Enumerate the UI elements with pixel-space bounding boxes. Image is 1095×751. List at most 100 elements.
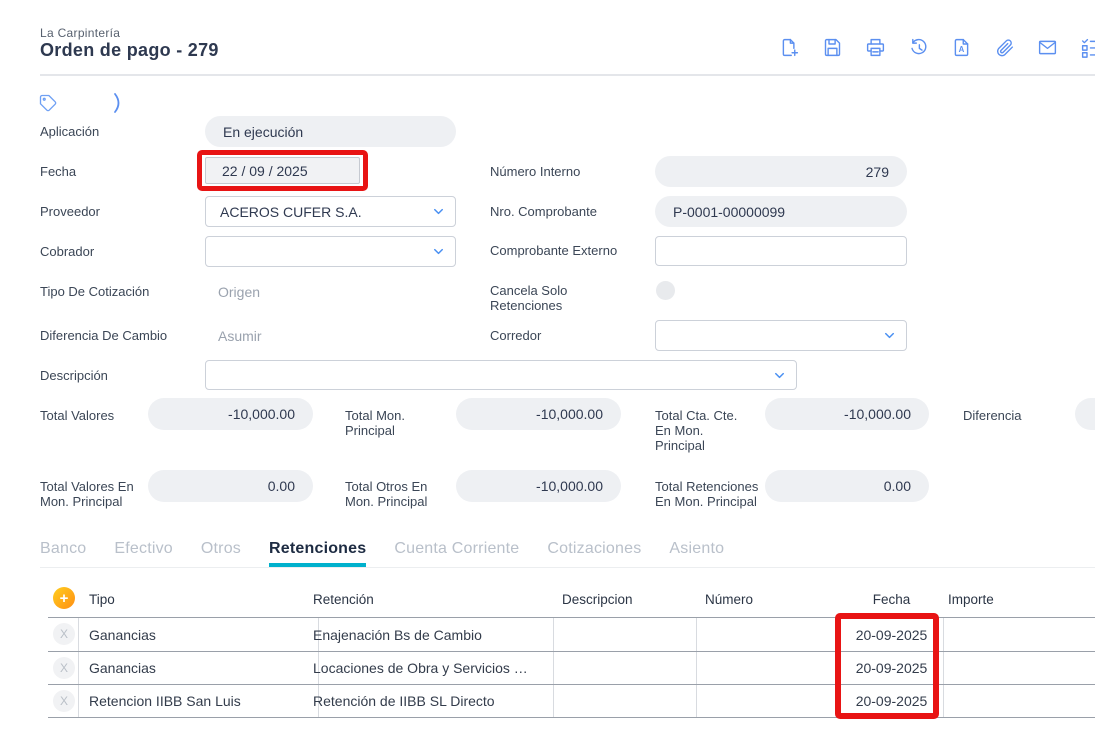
total-mon-principal-value: -10,000.00 [456, 398, 621, 430]
col-header-tipo: Tipo [89, 592, 115, 607]
chevron-down-icon [882, 328, 897, 343]
aplicacion-value: En ejecución [205, 116, 456, 147]
cell-tipo[interactable]: Ganancias [89, 618, 156, 651]
print-icon[interactable] [865, 37, 886, 58]
cell-retencion[interactable]: Retención de IIBB SL Directo [313, 685, 495, 717]
email-icon[interactable] [1037, 37, 1058, 58]
numero-interno-text: 279 [866, 164, 889, 180]
delete-row-button[interactable]: X [53, 623, 75, 645]
chevron-down-icon [431, 244, 446, 259]
cobrador-label: Cobrador [40, 244, 94, 259]
proveedor-select[interactable]: ACEROS CUFER S.A. [205, 196, 456, 227]
toolbar: A [779, 37, 1095, 58]
total-retenciones-mp-text: 0.00 [884, 478, 911, 494]
cell-importe[interactable]: 0.00 [943, 652, 1095, 684]
total-valores-mp-text: 0.00 [268, 478, 295, 494]
col-header-importe: Importe [948, 592, 994, 607]
new-document-icon[interactable] [779, 37, 800, 58]
fecha-value: 22 / 09 / 2025 [222, 163, 308, 179]
col-header-numero: Número [705, 592, 753, 607]
total-valores-label: Total Valores [40, 408, 114, 423]
total-mon-principal-label: Total Mon. Principal [345, 408, 437, 438]
tabs-underline [40, 567, 1095, 568]
history-icon[interactable] [908, 37, 929, 58]
descripcion-select[interactable] [205, 360, 797, 390]
checklist-icon[interactable] [1080, 37, 1095, 58]
total-mon-principal-text: -10,000.00 [536, 406, 603, 422]
col-header-fecha: Fecha [840, 592, 943, 607]
total-retenciones-mp-value: 0.00 [765, 470, 929, 502]
tab-bar: Banco Efectivo Otros Retenciones Cuenta … [40, 540, 724, 567]
cell-importe[interactable]: 0.00 [943, 685, 1095, 717]
tab-cuenta-corriente[interactable]: Cuenta Corriente [394, 540, 519, 567]
expand-chevron-icon[interactable] [112, 92, 126, 114]
cell-fecha[interactable]: 20-09-2025 [840, 685, 943, 717]
diferencia-cambio-label: Diferencia De Cambio [40, 328, 167, 343]
diferencia-label: Diferencia [963, 408, 1022, 423]
diferencia-value [1075, 398, 1095, 430]
total-cta-cte-label: Total Cta. Cte. En Mon. Principal [655, 408, 755, 453]
nro-comprobante-label: Nro. Comprobante [490, 204, 597, 219]
delete-row-button[interactable]: X [53, 690, 75, 712]
tipo-cotizacion-value: Origen [218, 284, 260, 300]
save-icon[interactable] [822, 37, 843, 58]
comprobante-externo-label: Comprobante Externo [490, 243, 617, 258]
cell-importe[interactable]: 0.00 [943, 618, 1095, 651]
corredor-label: Corredor [490, 328, 541, 343]
add-row-button[interactable]: + [53, 587, 75, 609]
proveedor-value: ACEROS CUFER S.A. [220, 204, 362, 220]
header-divider [40, 74, 1095, 76]
total-valores-value: -10,000.00 [148, 398, 313, 430]
tab-otros[interactable]: Otros [201, 540, 241, 567]
payment-order-page: La Carpintería Orden de pago - 279 [0, 0, 1095, 751]
col-header-retencion: Retención [313, 592, 374, 607]
total-otros-mp-value: -10,000.00 [456, 470, 621, 502]
table-row[interactable]: X Ganancias Locaciones de Obra y Servici… [48, 651, 1095, 684]
cell-retencion[interactable]: Enajenación Bs de Cambio [313, 618, 482, 651]
cell-tipo[interactable]: Ganancias [89, 652, 156, 684]
tag-icon[interactable] [38, 93, 58, 113]
cancela-solo-retenciones-toggle [656, 281, 675, 300]
nro-comprobante-value: P-0001-00000099 [655, 196, 907, 227]
cell-fecha[interactable]: 20-09-2025 [840, 652, 943, 684]
numero-interno-label: Número Interno [490, 164, 580, 179]
nro-comprobante-text: P-0001-00000099 [673, 204, 785, 220]
fecha-label: Fecha [40, 164, 76, 179]
aplicacion-text: En ejecución [223, 124, 303, 140]
retenciones-table: X Ganancias Enajenación Bs de Cambio 20-… [48, 617, 1095, 718]
numero-interno-value: 279 [655, 156, 907, 187]
delete-row-button[interactable]: X [53, 657, 75, 679]
corredor-select[interactable] [655, 320, 907, 351]
tab-cotizaciones[interactable]: Cotizaciones [547, 540, 641, 567]
attachment-icon[interactable] [994, 37, 1015, 58]
cell-fecha[interactable]: 20-09-2025 [840, 618, 943, 651]
total-retenciones-mp-label: Total Retenciones En Mon. Principal [655, 479, 770, 509]
document-preview-icon[interactable]: A [951, 37, 972, 58]
diferencia-cambio-value: Asumir [218, 328, 262, 344]
total-valores-mp-label: Total Valores En Mon. Principal [40, 479, 150, 509]
tab-retenciones[interactable]: Retenciones [269, 540, 366, 567]
total-valores-text: -10,000.00 [228, 406, 295, 422]
comprobante-externo-input[interactable] [655, 236, 907, 266]
aplicacion-label: Aplicación [40, 124, 99, 139]
proveedor-label: Proveedor [40, 204, 100, 219]
total-otros-mp-text: -10,000.00 [536, 478, 603, 494]
cell-tipo[interactable]: Retencion IIBB San Luis [89, 685, 241, 717]
fecha-input[interactable]: 22 / 09 / 2025 [205, 157, 360, 184]
col-header-descripcion: Descripcion [562, 592, 633, 607]
total-cta-cte-value: -10,000.00 [765, 398, 929, 430]
company-name: La Carpintería [40, 26, 120, 40]
tab-asiento[interactable]: Asiento [669, 540, 724, 567]
svg-text:A: A [959, 45, 965, 54]
table-row[interactable]: X Ganancias Enajenación Bs de Cambio 20-… [48, 618, 1095, 651]
chevron-down-icon [772, 368, 787, 383]
tab-efectivo[interactable]: Efectivo [114, 540, 173, 567]
page-title: Orden de pago - 279 [40, 40, 219, 61]
total-otros-mp-label: Total Otros En Mon. Principal [345, 479, 455, 509]
cobrador-select[interactable] [205, 236, 456, 267]
table-row[interactable]: X Retencion IIBB San Luis Retención de I… [48, 684, 1095, 717]
tipo-cotizacion-label: Tipo De Cotización [40, 284, 149, 299]
total-cta-cte-text: -10,000.00 [844, 406, 911, 422]
tab-banco[interactable]: Banco [40, 540, 86, 567]
cell-retencion[interactable]: Locaciones de Obra y Servicios … [313, 652, 528, 684]
